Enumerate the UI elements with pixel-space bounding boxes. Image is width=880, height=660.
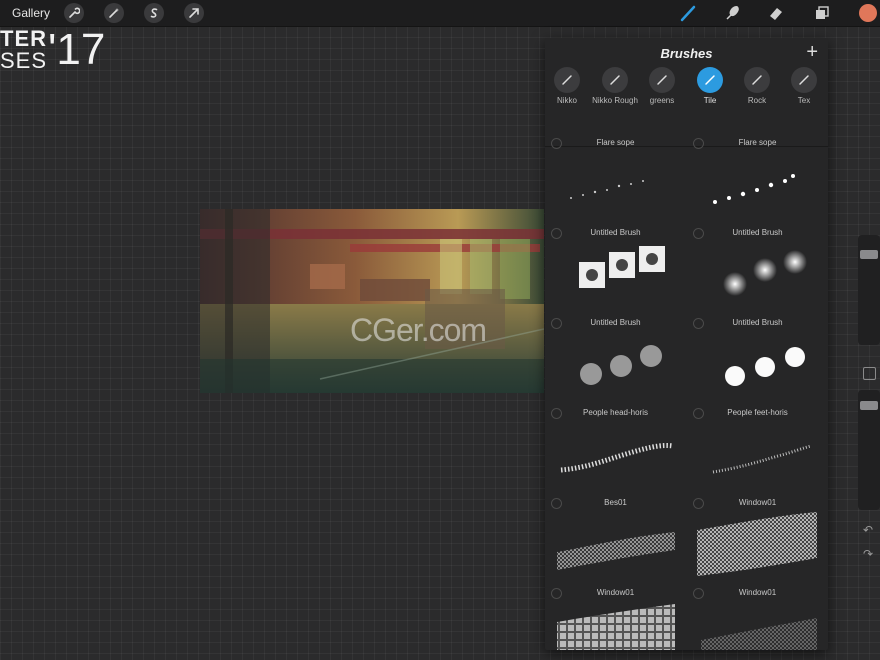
gallery-button[interactable]: Gallery [12,6,50,20]
brush-name: Untitled Brush [732,318,783,327]
eraser-icon[interactable] [766,3,786,23]
brush-name: People head-horis [583,408,648,417]
poster-year: '17 [48,25,106,74]
brush-name: People feet-horis [727,408,788,417]
brush-item[interactable]: Window01 [687,582,828,650]
smudge-icon[interactable] [722,3,742,23]
redo-icon[interactable]: ↷ [863,547,873,561]
top-toolbar: Gallery [0,0,880,27]
brush-set-icon [602,67,628,93]
brush-item[interactable]: People head-horis [545,402,686,492]
brush-name: Untitled Brush [590,318,641,327]
wrench-icon[interactable] [64,3,84,23]
brush-stroke-preview [723,250,807,296]
artwork-painting [200,209,544,393]
brush-stroke-preview [580,345,662,385]
brush-name: Bes01 [604,498,627,507]
brush-set-icon-active [697,67,723,93]
watermark-text: CGer.com [350,312,487,348]
brush-stroke-preview [697,512,817,576]
brush-item[interactable]: Window01 [687,492,828,582]
brush-set-tex[interactable]: Tex [776,67,828,105]
brush-item[interactable]: Bes01 [545,492,686,582]
brush-item[interactable]: Window01 [545,582,686,650]
selection-icon[interactable] [144,3,164,23]
brush-set-icon [554,67,580,93]
brush-stroke-preview [579,246,665,288]
opacity-slider[interactable] [858,390,880,510]
color-picker-button[interactable] [859,4,877,22]
side-sliders: ↶ ↷ [858,235,880,575]
brush-name: Flare sope [596,138,635,147]
brush-size-slider[interactable] [858,235,880,345]
brush-item[interactable]: Untitled Brush [545,222,686,312]
brush-stroke-preview [557,604,675,650]
brush-stroke-preview [713,174,795,204]
brush-set-icon [649,67,675,93]
brush-name: Window01 [596,588,635,597]
brush-name: Window01 [738,498,777,507]
brush-name: Flare sope [738,138,777,147]
brush-size-thumb[interactable] [860,250,878,259]
add-brush-button[interactable]: + [806,41,818,64]
brush-stroke-preview [701,618,817,650]
brush-set-icon [791,67,817,93]
panel-title: Brushes [660,46,713,61]
brush-stroke-preview [557,532,675,570]
undo-icon[interactable]: ↶ [863,523,873,537]
brush-name: Untitled Brush [590,228,641,237]
brush-name: Untitled Brush [732,228,783,237]
canvas-artwork [200,209,544,393]
brush-stroke-preview [560,443,674,473]
brush-stroke-preview [570,180,644,199]
brush-icon[interactable] [678,3,698,23]
brush-item[interactable]: Flare sope [687,132,828,222]
brush-name: Window01 [738,588,777,597]
brushes-panel: Brushes + Nikko Nikko Rough greens Tile … [545,38,828,650]
poster-line-2: SES [0,48,48,73]
brush-set-icon [744,67,770,93]
magic-wand-icon[interactable] [104,3,124,23]
brush-item[interactable]: Untitled Brush [545,312,686,402]
eyedropper-square-icon[interactable] [863,367,876,380]
brush-item[interactable]: Flare sope [545,132,686,222]
brush-set-label: Tex [797,96,811,105]
brush-item[interactable]: Untitled Brush [687,312,828,402]
layers-icon[interactable] [812,3,832,23]
brush-item[interactable]: People feet-horis [687,402,828,492]
brush-stroke-preview [725,347,805,386]
transform-arrow-icon[interactable] [184,3,204,23]
brush-stroke-preview [712,444,812,474]
opacity-thumb[interactable] [860,401,878,410]
brush-item[interactable]: Untitled Brush [687,222,828,312]
